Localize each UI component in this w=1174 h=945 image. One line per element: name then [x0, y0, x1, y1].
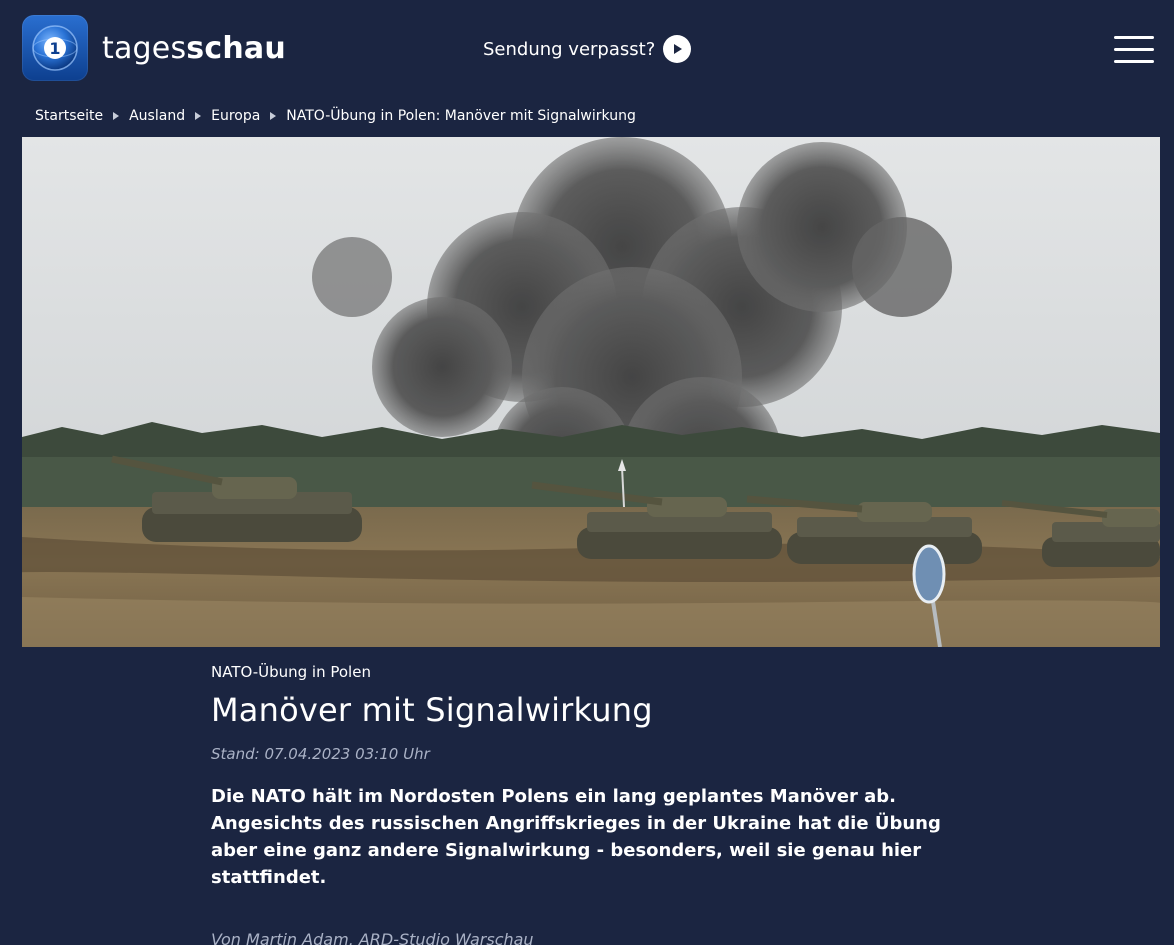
svg-text:1: 1 — [49, 39, 60, 58]
triangle-right-icon — [195, 112, 202, 120]
breadcrumb-ausland[interactable]: Ausland — [129, 108, 185, 124]
brand-wordmark: tagesschau — [102, 31, 286, 66]
article-topline: NATO-Übung in Polen — [211, 663, 371, 681]
breadcrumb-europa[interactable]: Europa — [211, 108, 260, 124]
triangle-right-icon — [113, 112, 120, 120]
breadcrumb-startseite[interactable]: Startseite — [35, 108, 103, 124]
tagesschau-logo-icon: 1 — [22, 15, 88, 81]
article-headline: Manöver mit Signalwirkung — [211, 691, 653, 729]
brand-regular: tages — [102, 30, 187, 66]
breadcrumb-current-page[interactable]: NATO-Übung in Polen: Manöver mit Signalw… — [286, 108, 636, 124]
play-circle-icon — [663, 35, 692, 63]
article-author: Von Martin Adam, ARD-Studio Warschau — [211, 930, 534, 945]
article-stand: Stand: 07.04.2023 03:10 Uhr — [211, 745, 430, 763]
article-lead: Die NATO hält im Nordosten Polens ein la… — [211, 786, 941, 888]
sendung-verpasst-label: Sendung verpasst? — [483, 38, 656, 60]
home-logo-link[interactable]: 1 tagesschau — [22, 15, 286, 81]
article-header: NATO-Übung in Polen Manöver mit Signalwi… — [211, 663, 1011, 891]
sendung-verpasst-link[interactable]: Sendung verpasst? — [483, 35, 692, 63]
triangle-right-icon — [270, 112, 277, 120]
breadcrumb: Startseite Ausland Europa NATO-Übung in … — [35, 108, 636, 124]
hamburger-menu-icon[interactable] — [1114, 34, 1154, 66]
site-header: 1 tagesschau Sendung verpasst? — [0, 0, 1174, 100]
hero-image — [22, 137, 1160, 647]
page: 1 tagesschau Sendung verpasst? Startseit… — [0, 0, 1174, 945]
brand-bold: schau — [186, 30, 286, 66]
